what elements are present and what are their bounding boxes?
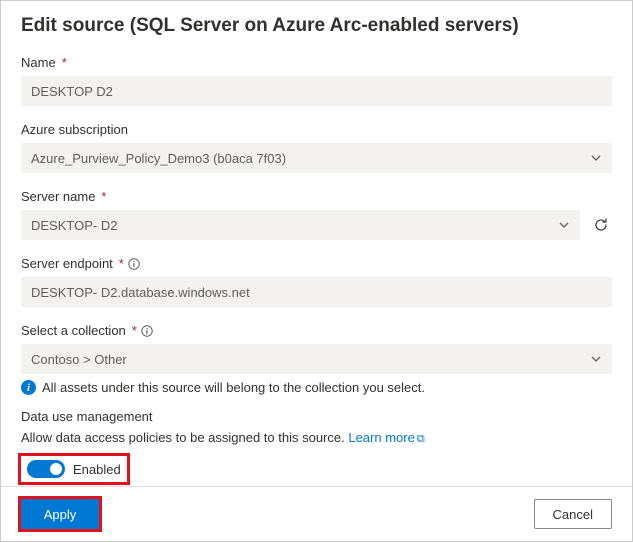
external-link-icon: ⧉ bbox=[417, 433, 425, 445]
name-input[interactable]: DESKTOP D2 bbox=[21, 76, 612, 106]
name-value: DESKTOP D2 bbox=[31, 84, 113, 99]
chevron-down-icon bbox=[590, 353, 602, 365]
endpoint-input[interactable]: DESKTOP- D2.database.windows.net bbox=[21, 277, 612, 307]
toggle-label: Enabled bbox=[73, 462, 121, 477]
chevron-down-icon bbox=[590, 152, 602, 164]
refresh-icon[interactable] bbox=[590, 214, 612, 236]
endpoint-value: DESKTOP- D2.database.windows.net bbox=[31, 285, 250, 300]
server-name-value: DESKTOP- D2 bbox=[31, 218, 117, 233]
server-name-select[interactable]: DESKTOP- D2 bbox=[21, 210, 580, 240]
data-use-toggle[interactable] bbox=[27, 460, 65, 478]
server-name-label: Server name* bbox=[21, 189, 612, 204]
endpoint-label: Server endpoint* bbox=[21, 256, 612, 271]
info-badge-icon: i bbox=[21, 380, 36, 395]
cancel-button[interactable]: Cancel bbox=[534, 499, 612, 529]
apply-button[interactable]: Apply bbox=[21, 499, 99, 529]
data-use-description: Allow data access policies to be assigne… bbox=[21, 430, 348, 445]
learn-more-link[interactable]: Learn more⧉ bbox=[348, 430, 424, 445]
info-icon[interactable] bbox=[141, 325, 153, 337]
data-use-heading: Data use management bbox=[21, 409, 612, 424]
page-title: Edit source (SQL Server on Azure Arc-ena… bbox=[21, 15, 612, 37]
name-label: Name* bbox=[21, 55, 612, 70]
subscription-value: Azure_Purview_Policy_Demo3 (b0aca 7f03) bbox=[31, 151, 286, 166]
collection-select[interactable]: Contoso > Other bbox=[21, 344, 612, 374]
subscription-label: Azure subscription bbox=[21, 122, 612, 137]
chevron-down-icon bbox=[558, 219, 570, 231]
collection-label: Select a collection* bbox=[21, 323, 612, 338]
collection-info-text: All assets under this source will belong… bbox=[42, 380, 425, 395]
info-icon[interactable] bbox=[128, 258, 140, 270]
collection-value: Contoso > Other bbox=[31, 352, 127, 367]
subscription-select[interactable]: Azure_Purview_Policy_Demo3 (b0aca 7f03) bbox=[21, 143, 612, 173]
